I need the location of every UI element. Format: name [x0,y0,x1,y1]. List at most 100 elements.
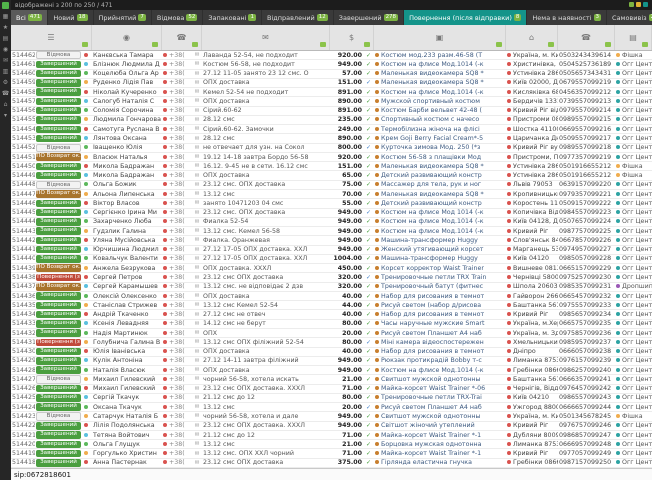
payment-check-icon: ✓ [366,432,371,439]
table-row[interactable]: 514440ЗавершенийКовальчук Валенти+38(✉27… [11,255,652,264]
tab-запаковані[interactable]: Запаковані1 [203,10,262,25]
table-row[interactable]: 514455ЗавершенийЛюдмила Гончарова+38(✉28… [11,116,652,125]
comments-column-header-icon: ✉ [262,33,269,42]
product-name: Костюм 56-58 з плащівки Мод [381,154,481,161]
table-row[interactable]: 514418ЗавершенийАнна Пастернак+38(✉23.12… [11,459,652,468]
table-row[interactable]: 514446ЗавершенийВіктор Власов+38(✉занято… [11,199,652,208]
table-row[interactable]: 514453ЗавершенийЛянтова Оксана+38(✉28.12… [11,134,652,143]
table-row[interactable]: 514459ЗавершенийРуденко Лідія Пав+38(✉ОП… [11,79,652,88]
delivery-region: Львів 79053 [513,181,553,188]
table-row[interactable]: 514444ЗавершенийЗахарченко Люба+38(✉Фиал… [11,218,652,227]
table-row[interactable]: 514428ЗавершенийНаталія Власюк+38(✉ОПХ д… [11,366,652,375]
sum-column-header[interactable]: $ [330,25,374,50]
table-row[interactable]: 514456ЗавершенийСоломія Сорочина+38(✉Сір… [11,107,652,116]
tab-повернення-після-відправки-[interactable]: Повернення (після відправки)8 [404,10,527,25]
source-column-header[interactable]: ▤ [615,25,652,50]
table-row[interactable]: 514429ЗавершенийКулік Антоніна+38(✉27.12… [11,357,652,366]
source-name: Огг Центр [622,450,652,457]
phone-icon[interactable]: ☎ [2,91,9,97]
star-icon[interactable]: ★ [3,25,8,31]
table-row[interactable]: 514442ЗавершенийУляна Мусійовська+38(✉Фи… [11,236,652,245]
client-name: Соломія Сорочина [92,107,162,114]
phone-preview: +38( [162,339,192,346]
source-name: Огг Центр [622,376,652,383]
table-row[interactable]: 514426ЗавершенийМихаил Гилевский+38(✉23.… [11,385,652,394]
operator-cell [82,144,92,151]
operator-cell [82,237,92,244]
product-icon [375,108,379,112]
table-row[interactable]: 514437ПО Возврат ок.Сергей Карамышев+38(… [11,283,652,292]
table-row[interactable]: 514430ЗавершенийЮлія Іванівська+38(✉ОПХ … [11,348,652,357]
table-row[interactable]: 514462ВідмоваКанєвська Тамара+38(✉Лаванд… [11,51,652,60]
phone-prefix: +38( [169,98,185,105]
table-row[interactable]: 514454ЗавершенийСамотуга Руслана В+38(✉С… [11,125,652,134]
table-row[interactable]: 514435ЗавершенийСтаніслав Стрижев+38(✉13… [11,301,652,310]
phone-number-column-header[interactable]: ☎ [558,25,615,50]
tab-самовивіз[interactable]: Самовивіз2 [607,10,652,25]
comment-text: 27.12 17-05 ОПХ доставка. ХХЛ [202,255,330,262]
client-column-header[interactable]: ◉ [92,25,162,50]
table-row[interactable]: 514449ЗавершенийМикола Бадражан+38(✉ОПХ … [11,171,652,180]
tab-відправлений[interactable]: Відправлений12 [262,10,334,25]
settings-icon[interactable]: ⚙ [3,80,8,86]
table-row[interactable]: 514423ВідмоваСатарчук Наталія Б+38(✉чорн… [11,412,652,421]
tab-нема-в-наявності[interactable]: Нема в наявності3 [527,10,607,25]
payment-check-icon: ✓ [366,135,371,142]
table-row[interactable]: 514450ЗавершенийМикола Бадражан+38(✉16.1… [11,162,652,171]
tab-завершений[interactable]: Завершений278 [334,10,404,25]
table-row[interactable]: 514448ВідмоваОльга Божик+38(✉23.12 смс. … [11,181,652,190]
product-icon [375,386,379,390]
menu-column-header[interactable]: ☰ [11,25,92,50]
table-row[interactable]: 514432ЗавершенийНадія Мартинюк+38(✉ОПХ20… [11,329,652,338]
product-column-header[interactable]: ▣ [374,25,506,50]
product-icon [375,229,379,233]
orders-icon[interactable]: ▤ [3,36,9,42]
table-row[interactable]: 514421ЗавершенийТетяна Войтович+38(✉21.1… [11,431,652,440]
table-row[interactable]: 514419ЗавершенийГоргулько Христин+38(✉13… [11,449,652,458]
comments-column-header[interactable]: ✉ [202,25,330,50]
stats-icon[interactable]: ▥ [3,69,9,75]
table-row[interactable]: 514458ЗавершенийНіколай Кучеренко+38(✉Ке… [11,88,652,97]
status-badge: Відмова [36,51,81,59]
contacts-icon[interactable]: ◉ [3,47,8,53]
table-row[interactable]: 514434ЗавершенийАндрій Ткаченко+38(✉27.1… [11,310,652,319]
product-column-header-icon: ▣ [436,33,444,42]
table-row[interactable]: 514427ВідмоваМихаил Гилевский+38(✉чорний… [11,375,652,384]
table-row[interactable]: 514420ЗавершенийОльга Глущук+38(✉13.12 с… [11,440,652,449]
tab-відмова[interactable]: Відмова52 [152,10,203,25]
table-row[interactable]: 514424ЗавершенийОксана Ткачук+38(✉13.12 … [11,403,652,412]
table-row[interactable]: 514438Повернення (зСергей Петров+38(✉23.… [11,273,652,282]
phone-column-header[interactable]: ☎ [162,25,202,50]
table-row[interactable]: 514431Повернення (зГолубнича Галина В+38… [11,338,652,347]
table-row[interactable]: 514425ЗавершенийСергій Ткачук+38(✉21.12 … [11,394,652,403]
phone-prefix: +38( [169,237,185,244]
product-cell: Костюм на флисе Мод.1014 (-к [374,61,506,68]
product-icon [375,173,379,177]
table-row[interactable]: 514441ЗавершенийЮрчишина Людмил+38(✉27.1… [11,246,652,255]
table-row[interactable]: 514461ЗавершенийБлізнюк Людмила Д+38(✉Ко… [11,60,652,69]
tab-прийнятий[interactable]: Прийнятий7 [94,10,152,25]
table-row[interactable]: 514457ЗавершенийСалогуб Наталія С+38(✉ОП… [11,97,652,106]
mail-icon[interactable]: ✉ [3,58,8,64]
table-row[interactable]: 514436ЗавершенийОлексій Олексенко+38(✉ОП… [11,292,652,301]
table-row[interactable]: 514447ПО Возврат ок.Альона Липенська+38(… [11,190,652,199]
payment-status-cell: ✓ [363,61,374,68]
table-row[interactable]: 514445ЗавершенийСергієнко Ірина Ми+38(✉2… [11,209,652,218]
table-row[interactable]: 514422ЗавершенийЛілія Подолянська+38(✉23… [11,422,652,431]
table-row[interactable]: 514451ПО Возврат ок.Власюк Наталья+38(✉1… [11,153,652,162]
tab-всі[interactable]: Всі471 [11,10,48,25]
table-row[interactable]: 514452ВідмоваІващенко Юлія+38(✉не отвеча… [11,144,652,153]
phone-prefix: +38( [169,376,185,383]
table-row[interactable]: 514439ПО Возврат ок.Анжела Безрукова+38(… [11,264,652,273]
tab-новий[interactable]: Новий18 [48,10,93,25]
table-row[interactable]: 514460ЗавершенийКоцелюба Ольга Ар+38(✉27… [11,70,652,79]
source-name: Огг Центр [622,237,652,244]
table-row[interactable]: 514433ЗавершенийКсенія Левадняя+38(✉14.1… [11,320,652,329]
home-icon[interactable]: ⌂ [4,102,8,108]
payment-check-icon: ✓ [366,172,371,179]
tab-count-badge: 7 [138,14,146,21]
table-row[interactable]: 514443ЗавершенийГудзлик Галина+38(✉13.12… [11,227,652,236]
delivery-column-header[interactable]: ⌂ [506,25,558,50]
grid-icon[interactable]: ▦ [3,14,9,20]
more-icon[interactable]: ▾ [4,113,7,119]
